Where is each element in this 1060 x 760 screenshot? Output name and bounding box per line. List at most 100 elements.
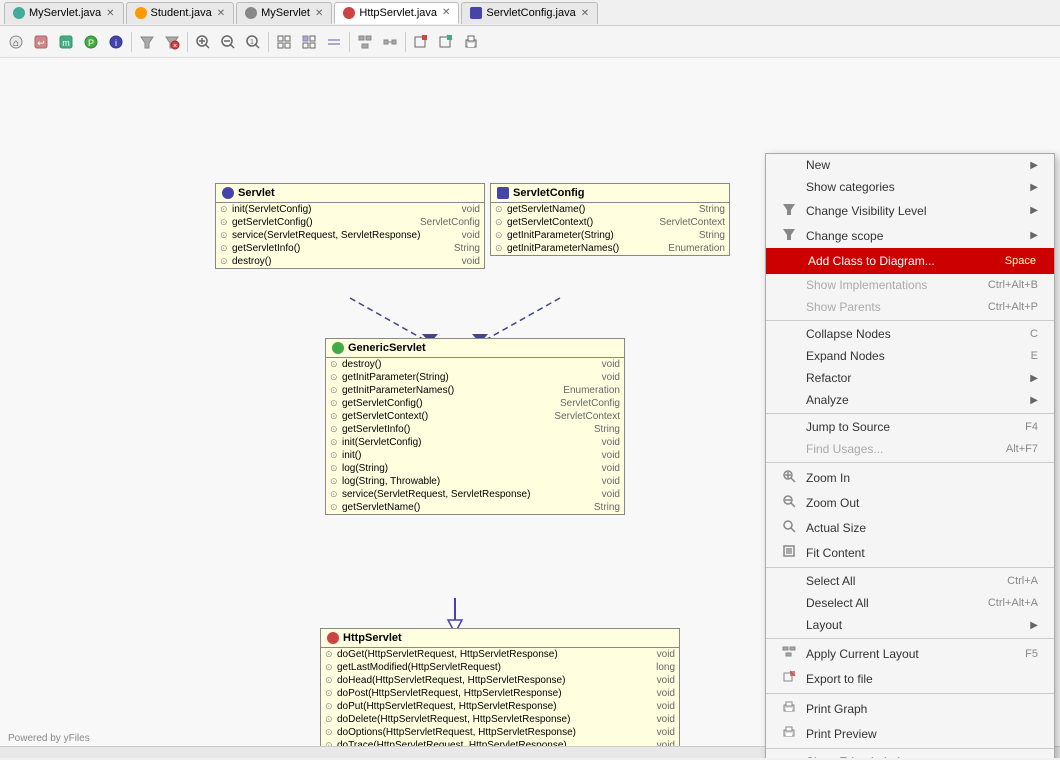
uml-box-genericservlet[interactable]: GenericServlet ⊙ destroy() void ⊙ getIni… (325, 338, 625, 515)
sc-method-icon-4: ⊙ (495, 243, 505, 254)
menu-item-fit-content[interactable]: Fit Content (766, 540, 1054, 565)
menu-item-new[interactable]: New ▶ (766, 154, 1054, 176)
menu-item-change-scope[interactable]: Change scope ▶ (766, 223, 1054, 248)
method-icon-3: ⊙ (220, 230, 230, 241)
menu-item-show-categories[interactable]: Show categories ▶ (766, 176, 1054, 198)
svg-text:↩: ↩ (37, 38, 45, 48)
gs-method-icon-1: ⊙ (330, 359, 340, 370)
toolbar-btn-import[interactable] (434, 30, 458, 54)
gs-method-7: ⊙ init(ServletConfig) void (326, 436, 624, 449)
fit-content-icon (782, 544, 798, 561)
menu-item-actual-size[interactable]: Actual Size (766, 515, 1054, 540)
servletconfig-icon (497, 187, 509, 199)
uml-header-servlet: Servlet (216, 184, 484, 203)
genericservlet-icon (332, 342, 344, 354)
toolbar-btn-layout1[interactable] (353, 30, 377, 54)
toolbar-btn-back[interactable]: ⌂ (4, 30, 28, 54)
menu-item-zoom-out[interactable]: Zoom Out (766, 490, 1054, 515)
tab-label-servletconfig-java: ServletConfig.java (486, 7, 575, 19)
uml-header-genericservlet: GenericServlet (326, 339, 624, 358)
tab-close-myservlet[interactable]: ✕ (315, 8, 323, 19)
menu-item-show-implementations[interactable]: Show Implementations Ctrl+Alt+B (766, 274, 1054, 296)
context-menu: New ▶ Show categories ▶ Change Visibilit… (765, 153, 1055, 758)
menu-item-show-parents[interactable]: Show Parents Ctrl+Alt+P (766, 296, 1054, 318)
menu-sep-3 (766, 462, 1054, 463)
menu-sep-5 (766, 638, 1054, 639)
toolbar-btn-filter2[interactable]: × (160, 30, 184, 54)
gs-method-icon-5: ⊙ (330, 411, 340, 422)
servlet-icon (222, 187, 234, 199)
menu-item-print-graph[interactable]: Print Graph (766, 696, 1054, 721)
menu-item-collapse-nodes[interactable]: Collapse Nodes C (766, 323, 1054, 345)
menu-item-print-preview[interactable]: Print Preview (766, 721, 1054, 746)
toolbar-btn-export[interactable] (409, 30, 433, 54)
gs-method-icon-7: ⊙ (330, 437, 340, 448)
sc-method-icon-2: ⊙ (495, 217, 505, 228)
menu-item-deselect-all[interactable]: Deselect All Ctrl+Alt+A (766, 592, 1054, 614)
uml-box-servlet[interactable]: Servlet ⊙ init(ServletConfig) void ⊙ get… (215, 183, 485, 269)
gs-method-icon-3: ⊙ (330, 385, 340, 396)
menu-item-analyze[interactable]: Analyze ▶ (766, 389, 1054, 411)
uml-header-servletconfig: ServletConfig (491, 184, 729, 203)
hs-method-7: ⊙ doOptions(HttpServletRequest, HttpServ… (321, 726, 679, 739)
filter-icon (782, 202, 798, 219)
gs-method-9: ⊙ log(String) void (326, 462, 624, 475)
menu-item-apply-layout[interactable]: Apply Current Layout F5 (766, 641, 1054, 666)
tab-myservlet[interactable]: MyServlet ✕ (236, 2, 332, 24)
hs-method-2: ⊙ getLastModified(HttpServletRequest) lo… (321, 661, 679, 674)
toolbar-btn-print[interactable] (459, 30, 483, 54)
menu-item-refactor[interactable]: Refactor ▶ (766, 367, 1054, 389)
tab-myservlet-java[interactable]: MyServlet.java ✕ (4, 2, 124, 24)
sc-method-2: ⊙ getServletContext() ServletContext (491, 216, 729, 229)
menu-item-add-class[interactable]: Add Class to Diagram... Space (766, 248, 1054, 274)
toolbar-btn-p[interactable]: P (79, 30, 103, 54)
menu-item-zoom-in[interactable]: Zoom In (766, 465, 1054, 490)
toolbar-btn-zoom-reset[interactable]: 1 (241, 30, 265, 54)
tab-close-student-java[interactable]: ✕ (217, 8, 225, 19)
toolbar-btn-m[interactable]: m (54, 30, 78, 54)
uml-box-servletconfig[interactable]: ServletConfig ⊙ getServletName() String … (490, 183, 730, 256)
menu-sep-6 (766, 693, 1054, 694)
toolbar-btn-filter1[interactable] (135, 30, 159, 54)
menu-item-change-visibility[interactable]: Change Visibility Level ▶ (766, 198, 1054, 223)
hs-method-1: ⊙ doGet(HttpServletRequest, HttpServletR… (321, 648, 679, 661)
hs-method-icon-5: ⊙ (325, 701, 335, 712)
toolbar-btn-grid3[interactable] (322, 30, 346, 54)
toolbar-btn-refresh[interactable]: ↩ (29, 30, 53, 54)
menu-item-export[interactable]: Export to file (766, 666, 1054, 691)
menu-item-jump-to-source[interactable]: Jump to Source F4 (766, 416, 1054, 438)
tab-icon-myservlet (245, 7, 257, 19)
menu-item-select-all[interactable]: Select All Ctrl+A (766, 570, 1054, 592)
httpservlet-title: HttpServlet (343, 632, 402, 644)
gs-method-icon-2: ⊙ (330, 372, 340, 383)
hs-method-icon-3: ⊙ (325, 675, 335, 686)
svg-text:1: 1 (250, 39, 254, 46)
tab-close-myservlet-java[interactable]: ✕ (106, 8, 114, 19)
menu-sep-7 (766, 748, 1054, 749)
tab-close-servletconfig-java[interactable]: ✕ (581, 8, 589, 19)
menu-item-expand-nodes[interactable]: Expand Nodes E (766, 345, 1054, 367)
method-icon-1: ⊙ (220, 204, 230, 215)
menu-item-show-edge-labels[interactable]: ✓ Show Edge Labels (766, 751, 1054, 758)
svg-text:i: i (115, 38, 117, 48)
uml-box-httpservlet[interactable]: HttpServlet ⊙ doGet(HttpServletRequest, … (320, 628, 680, 753)
tab-httpservlet-java[interactable]: HttpServlet.java ✕ (334, 2, 459, 24)
menu-item-find-usages[interactable]: Find Usages... Alt+F7 (766, 438, 1054, 460)
tab-close-httpservlet-java[interactable]: ✕ (442, 7, 450, 18)
tab-student-java[interactable]: Student.java ✕ (126, 2, 235, 24)
menu-sep-1 (766, 320, 1054, 321)
tab-servletconfig-java[interactable]: ServletConfig.java ✕ (461, 2, 598, 24)
svg-text:×: × (173, 43, 177, 50)
toolbar-btn-zoom-out[interactable] (216, 30, 240, 54)
diagram-area[interactable]: Servlet ⊙ init(ServletConfig) void ⊙ get… (0, 58, 1060, 758)
toolbar-btn-info[interactable]: i (104, 30, 128, 54)
tab-icon-servletconfig-java (470, 7, 482, 19)
toolbar-btn-grid1[interactable] (272, 30, 296, 54)
change-scope-arrow: ▶ (1030, 230, 1038, 241)
toolbar-btn-layout2[interactable] (378, 30, 402, 54)
toolbar-btn-zoom-in[interactable] (191, 30, 215, 54)
menu-item-layout[interactable]: Layout ▶ (766, 614, 1054, 636)
hs-method-5: ⊙ doPut(HttpServletRequest, HttpServletR… (321, 700, 679, 713)
toolbar-btn-grid2[interactable] (297, 30, 321, 54)
method-icon-2: ⊙ (220, 217, 230, 228)
